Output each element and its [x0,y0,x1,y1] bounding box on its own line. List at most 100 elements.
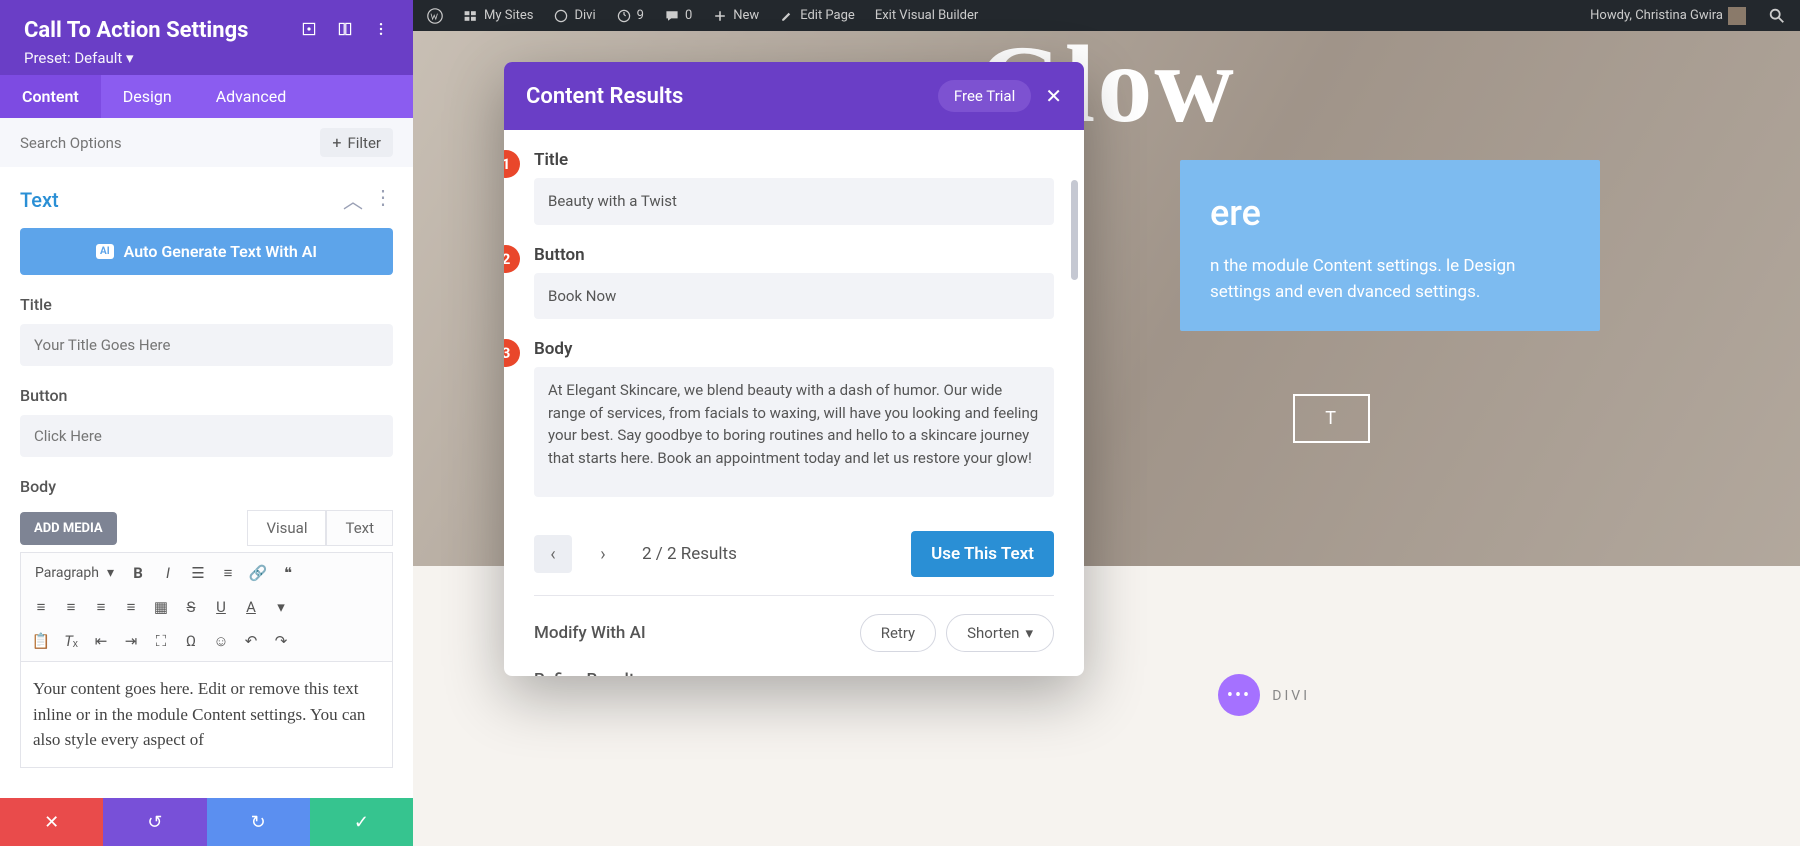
button-input[interactable] [20,415,393,457]
tab-design[interactable]: Design [101,75,194,118]
content-results-modal: Content Results Free Trial ✕ 1 Title Bea… [504,62,1084,676]
link-icon[interactable]: 🔗 [244,561,272,585]
auto-generate-ai-button[interactable]: AI Auto Generate Text With AI [20,228,393,275]
next-result-button[interactable]: › [584,535,622,573]
search-icon[interactable] [1762,0,1792,31]
undo-button[interactable]: ↺ [103,798,206,846]
wp-logo[interactable] [421,0,449,31]
howdy-user[interactable]: Howdy, Christina Gwira [1584,0,1752,31]
site-name-link[interactable]: Divi [547,0,601,31]
search-input[interactable] [20,134,320,152]
new-link[interactable]: New [706,0,765,31]
add-media-button[interactable]: ADD MEDIA [20,512,117,545]
grid-icon[interactable] [337,18,353,43]
ai-chip-icon: AI [96,244,114,259]
align-right-icon[interactable]: ≡ [87,595,115,619]
cta-preview-body: n the module Content settings. le Design… [1210,254,1570,305]
textcolor-picker-icon[interactable]: ▾ [267,595,295,619]
quote-icon[interactable]: ❝ [274,561,302,585]
paste-icon[interactable]: 📋 [27,629,55,653]
avatar [1728,7,1746,25]
modal-title: Content Results [526,84,683,109]
result-count: 2 / 2 Results [642,544,737,564]
close-icon[interactable]: ✕ [1045,84,1062,108]
divi-label: DIVI [1272,688,1310,704]
exit-visual-builder[interactable]: Exit Visual Builder [869,0,984,31]
result-body-label: Body [534,339,1054,359]
fullscreen-icon[interactable]: ⛶ [147,629,175,653]
step-badge-2: 2 [504,245,520,273]
align-center-icon[interactable]: ≡ [57,595,85,619]
shorten-button[interactable]: Shorten ▾ [946,614,1054,652]
step-badge-3: 3 [504,339,520,367]
modify-with-ai-label: Modify With AI [534,623,646,643]
table-icon[interactable]: ▦ [147,595,175,619]
button-label: Button [20,386,393,405]
emoji-icon[interactable]: ☺ [207,629,235,653]
text-section-toggle[interactable]: Text ︿ ⋮ [20,185,393,214]
result-title-value[interactable]: Beauty with a Twist [534,178,1054,225]
bullet-list-icon[interactable]: ☰ [184,561,212,585]
chevron-up-icon[interactable]: ︿ [343,185,363,214]
cancel-button[interactable]: ✕ [0,798,103,846]
result-button-label: Button [534,245,1054,265]
panel-tabs: Content Design Advanced [0,75,413,118]
result-nav: ‹ › 2 / 2 Results Use This Text [534,521,1054,596]
align-justify-icon[interactable]: ≡ [117,595,145,619]
cta-preview-button[interactable]: T [1293,394,1370,443]
body-label: Body [20,477,393,496]
tab-content[interactable]: Content [0,75,101,118]
cta-preview-box[interactable]: ere n the module Content settings. le De… [1180,160,1600,331]
edit-page-link[interactable]: Edit Page [773,0,861,31]
retry-button[interactable]: Retry [860,614,936,652]
number-list-icon[interactable]: ≡ [214,561,242,585]
expand-icon[interactable] [301,18,317,43]
textcolor-icon[interactable]: A [237,595,265,619]
editor-tab-visual[interactable]: Visual [247,510,326,546]
preset-selector[interactable]: Preset: Default ▾ [24,49,389,67]
align-left-icon[interactable]: ≡ [27,595,55,619]
section-more-icon[interactable]: ⋮ [373,185,393,214]
indent-out-icon[interactable]: ⇤ [87,629,115,653]
result-body-value[interactable] [534,367,1054,497]
my-sites-link[interactable]: My Sites [457,0,539,31]
divi-fab[interactable]: ••• [1218,674,1260,716]
result-button-value[interactable]: Book Now [534,273,1054,320]
more-icon[interactable] [373,18,389,43]
redo-button[interactable]: ↻ [207,798,310,846]
free-trial-badge[interactable]: Free Trial [938,80,1031,112]
redo-icon[interactable]: ↷ [267,629,295,653]
prev-result-button[interactable]: ‹ [534,535,572,573]
use-this-text-button[interactable]: Use This Text [911,531,1054,577]
wp-admin-bar: My Sites Divi 9 0 New Edit Page Exit Vis… [413,0,1800,31]
bold-icon[interactable]: B [124,561,152,585]
result-title-label: Title [534,150,1054,170]
tab-advanced[interactable]: Advanced [194,75,309,118]
clear-format-icon[interactable]: Tₓ [57,629,85,653]
panel-header: Call To Action Settings Preset: Default … [0,0,413,75]
modal-header: Content Results Free Trial ✕ [504,62,1084,130]
body-editor[interactable]: Your content goes here. Edit or remove t… [20,662,393,768]
modal-scrollbar[interactable] [1071,180,1078,280]
title-label: Title [20,295,393,314]
editor-tab-text[interactable]: Text [326,510,393,546]
omega-icon[interactable]: Ω [177,629,205,653]
refine-result-label: Refine Result [534,670,1054,676]
paragraph-select[interactable]: Paragraph ▾ [27,561,122,585]
save-button[interactable]: ✓ [310,798,413,846]
underline-icon[interactable]: U [207,595,235,619]
panel-title: Call To Action Settings [24,18,248,43]
updates-link[interactable]: 9 [610,0,650,31]
undo-icon[interactable]: ↶ [237,629,265,653]
panel-footer: ✕ ↺ ↻ ✓ [0,798,413,846]
cta-preview-title: ere [1210,186,1570,240]
comments-link[interactable]: 0 [658,0,698,31]
search-row: +Filter [0,118,413,167]
italic-icon[interactable]: I [154,561,182,585]
editor-toolbar: Paragraph ▾ B I ☰ ≡ 🔗 ❝ ≡ ≡ ≡ ≡ ▦ S U A … [20,552,393,662]
filter-button[interactable]: +Filter [320,128,393,157]
indent-in-icon[interactable]: ⇥ [117,629,145,653]
strike-icon[interactable]: S [177,595,205,619]
settings-panel: Call To Action Settings Preset: Default … [0,0,413,846]
title-input[interactable] [20,324,393,366]
